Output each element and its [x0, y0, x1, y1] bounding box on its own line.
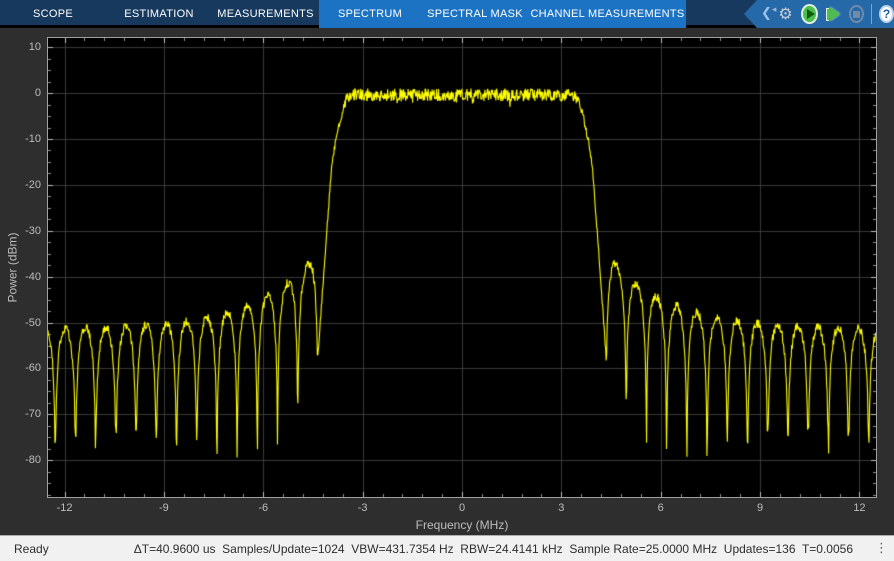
- help-button[interactable]: ?: [879, 5, 894, 23]
- x-tick-label: 9: [743, 502, 777, 514]
- grip-icon[interactable]: ⋮: [875, 541, 888, 556]
- active-tab-group: SPECTRUM SPECTRAL MASK CHANNEL MEASUREME…: [319, 0, 686, 28]
- stop-icon: [853, 11, 860, 18]
- y-tick-label: -70: [0, 408, 41, 421]
- tab-spectral-mask[interactable]: SPECTRAL MASK: [421, 0, 529, 28]
- y-tick-label: -80: [0, 454, 41, 467]
- y-tick-label: -30: [0, 225, 41, 238]
- x-tick-label: 12: [842, 502, 876, 514]
- x-axis-title: Frequency (MHz): [47, 518, 877, 532]
- x-tick-label: -3: [346, 502, 380, 514]
- step-back-button[interactable]: ⚙ ◂: [777, 3, 794, 25]
- play-icon: [807, 9, 815, 19]
- toolbar: SCOPE ESTIMATION MEASUREMENTS SPECTRUM S…: [0, 0, 894, 28]
- tab-channel-measurements[interactable]: CHANNEL MEASUREMENTS: [529, 0, 686, 28]
- x-tick-label: -12: [48, 502, 82, 514]
- spectrum-analyzer-window: SCOPE ESTIMATION MEASUREMENTS SPECTRUM S…: [0, 0, 894, 561]
- x-tick-label: 6: [644, 502, 678, 514]
- status-ready: Ready: [14, 542, 49, 556]
- step-forward-bar-icon: [826, 8, 829, 21]
- step-forward-triangle-icon: [830, 7, 840, 21]
- x-tick-label: -6: [246, 502, 280, 514]
- back-arrow-icon: ◂: [772, 6, 777, 15]
- y-tick-label: -60: [0, 362, 41, 375]
- tab-scope[interactable]: SCOPE: [0, 0, 106, 28]
- step-forward-button[interactable]: [825, 4, 842, 24]
- x-tick-label: -9: [147, 502, 181, 514]
- toolbar-divider: [871, 4, 872, 24]
- axes-box: [47, 37, 877, 498]
- x-tick-label: 0: [445, 502, 479, 514]
- y-tick-label: -40: [0, 271, 41, 284]
- stop-button[interactable]: [849, 5, 864, 23]
- y-tick-label: -50: [0, 317, 41, 330]
- x-tick-label: 3: [544, 502, 578, 514]
- status-metrics: ΔT=40.9600 us Samples/Update=1024 VBW=43…: [134, 542, 853, 556]
- tab-spectrum[interactable]: SPECTRUM: [319, 0, 421, 28]
- spectrum-canvas[interactable]: [48, 38, 876, 497]
- y-tick-label: -20: [0, 179, 41, 192]
- y-tick-label: 0: [0, 87, 41, 100]
- gear-icon: ⚙: [778, 6, 792, 22]
- collapse-chevron-icon: ❮: [761, 0, 772, 28]
- spectrum-plot-panel: Frequency (MHz) Power (dBm) -12-9-6-3036…: [0, 31, 894, 535]
- status-bar: Ready ΔT=40.9600 us Samples/Update=1024 …: [0, 535, 894, 561]
- tab-measurements[interactable]: MEASUREMENTS: [212, 0, 319, 28]
- playback-controls: ❮ ⚙ ◂ ?: [744, 0, 894, 28]
- y-tick-label: -10: [0, 133, 41, 146]
- run-button[interactable]: [801, 4, 818, 24]
- y-tick-label: 10: [0, 41, 41, 54]
- tab-estimation[interactable]: ESTIMATION: [106, 0, 212, 28]
